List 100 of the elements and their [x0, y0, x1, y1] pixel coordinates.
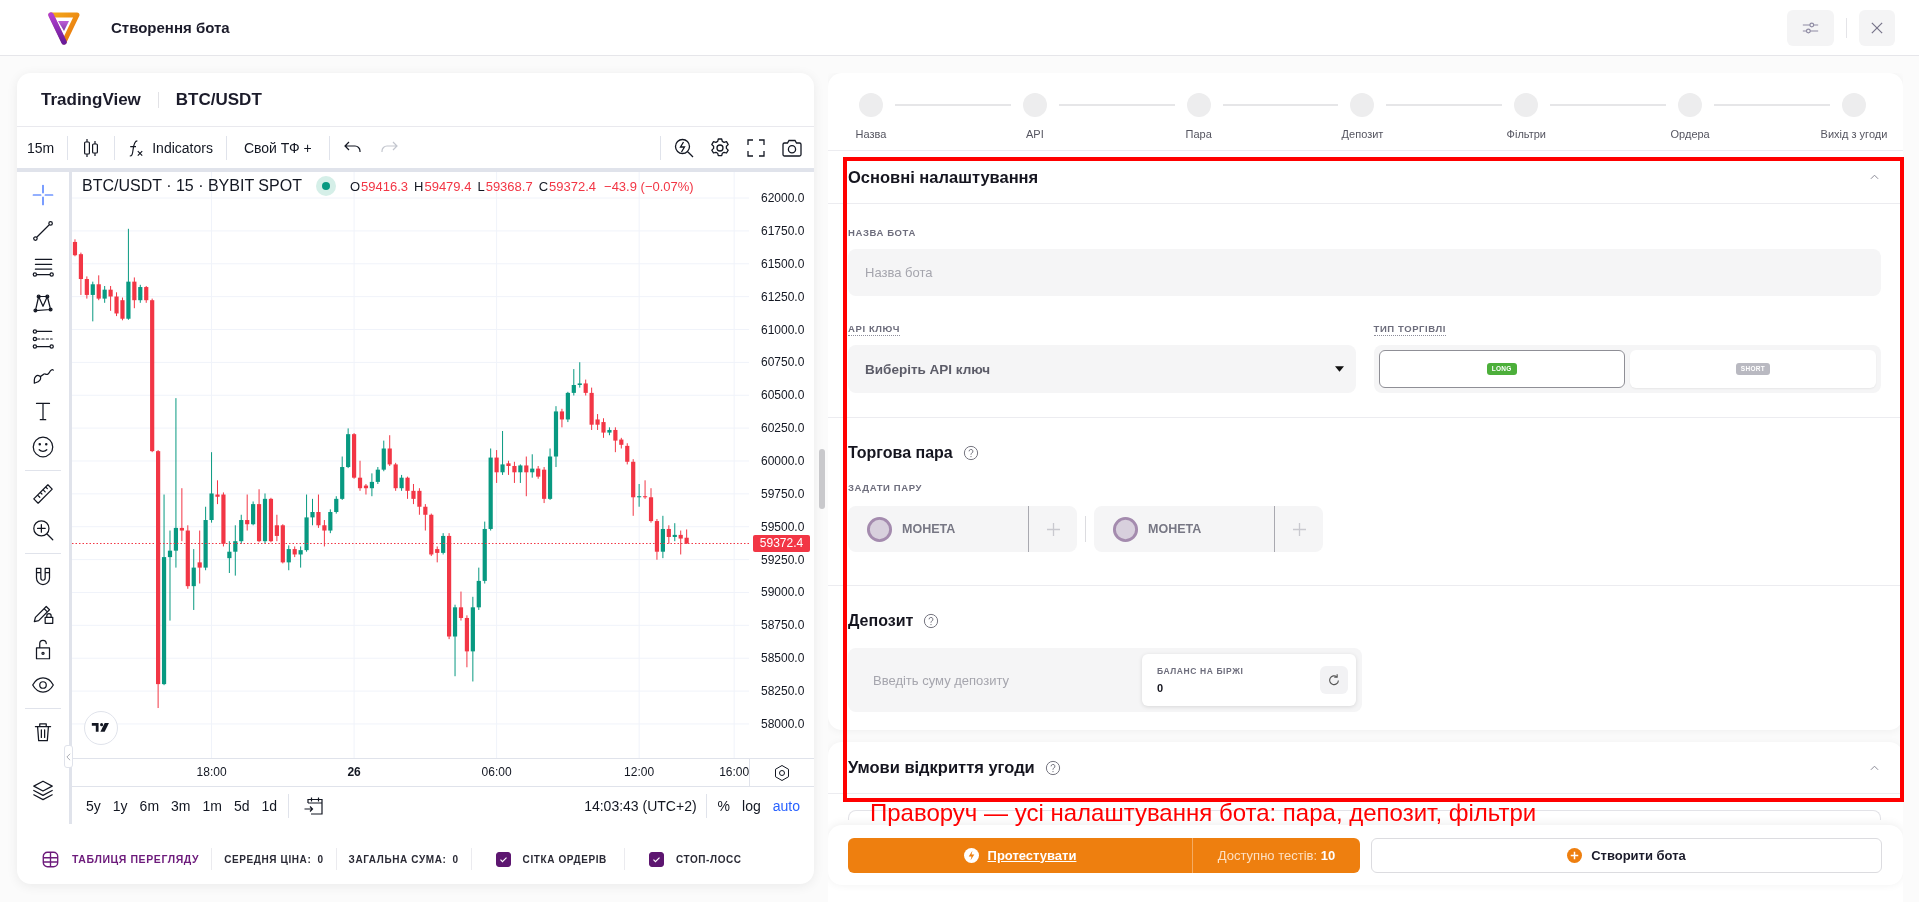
checkbox[interactable] — [495, 851, 511, 867]
bot-name-input[interactable]: Назва бота — [848, 249, 1881, 296]
scrollbar-thumb[interactable] — [819, 449, 825, 509]
price-axis-label: 59750.0 — [761, 486, 805, 501]
balance-value: 0 — [1157, 682, 1165, 694]
range-button[interactable]: 3m — [165, 791, 197, 820]
close-icon — [1871, 21, 1883, 34]
help-icon[interactable] — [923, 613, 940, 629]
refresh-button[interactable] — [1320, 666, 1348, 694]
tradingview-logo-icon[interactable] — [84, 711, 118, 745]
interval-button[interactable]: 15m — [19, 131, 63, 164]
crosshair-icon[interactable] — [30, 182, 56, 208]
stat-label: ЗАГАЛЬНА СУМА: — [348, 853, 447, 865]
range-button[interactable]: 5y — [80, 791, 107, 820]
price-axis-label: 61250.0 — [761, 289, 805, 304]
chart-symbol-title: BTC/USDT — [175, 89, 262, 110]
scale-mode-button[interactable]: auto — [766, 791, 806, 820]
chart-legend-title: BTC/USDT · 15 · BYBIT SPOT — [82, 177, 302, 195]
step-label[interactable]: Назва — [855, 127, 887, 141]
table-icon — [42, 850, 59, 868]
coin-placeholder-icon — [866, 515, 893, 543]
page-title: Створення бота — [111, 19, 230, 36]
price-axis-label: 61750.0 — [761, 223, 805, 238]
logo-icon — [47, 9, 81, 46]
price-axis-label: 60750.0 — [761, 355, 805, 370]
stat-label: СЕРЕДНЯ ЦІНА: — [224, 853, 312, 865]
step-label[interactable]: Пара — [1185, 127, 1212, 141]
checkbox[interactable] — [648, 851, 664, 867]
ohlc-value: H59479.4 — [414, 178, 472, 194]
price-axis-label: 59250.0 — [761, 552, 805, 567]
clock-text: 14:03:43 (UTC+2) — [584, 797, 697, 814]
balance-label: БАЛАНС НА БІРЖІ — [1157, 666, 1244, 676]
scale-mode-button[interactable]: log — [736, 791, 767, 820]
tests-remaining: Доступно тестів: 10 — [1192, 837, 1360, 873]
step-label[interactable]: Фільтри — [1506, 127, 1546, 141]
field-label: API КЛЮЧ — [848, 322, 901, 336]
help-icon[interactable] — [962, 445, 979, 461]
time-axis-label: 12:00 — [624, 764, 655, 781]
time-axis-label: 26 — [347, 764, 361, 781]
coin-select[interactable]: МОНЕТА — [848, 506, 1028, 552]
ruler-icon[interactable] — [30, 481, 56, 507]
range-button[interactable]: 5d — [227, 791, 256, 820]
create-bot-button[interactable]: Створити бота — [1371, 837, 1882, 873]
hexagon-settings-icon[interactable] — [772, 762, 792, 783]
step-label[interactable]: Вихід з угоди — [1820, 127, 1888, 141]
price-axis-label: 61000.0 — [761, 322, 805, 337]
price-axis-label: 59000.0 — [761, 585, 805, 600]
field-label: НАЗВА БОТА — [848, 226, 917, 240]
sliders-icon — [1802, 20, 1819, 35]
smiley-icon[interactable] — [30, 434, 56, 460]
checkbox-label: СІТКА ОРДЕРІВ — [522, 853, 607, 865]
range-button[interactable]: 6m — [133, 791, 166, 820]
stat-value: 0 — [452, 853, 459, 865]
dotted-lines-icon[interactable] — [30, 326, 56, 352]
coin-select[interactable]: МОНЕТА — [1094, 506, 1274, 552]
ohlc-value: C59372.4 — [538, 178, 597, 194]
range-button[interactable]: 1m — [196, 791, 228, 820]
step-label[interactable]: API — [1025, 127, 1044, 141]
custom-timeframe-button[interactable]: Свой ТФ + — [231, 131, 324, 164]
step-label[interactable]: Ордера — [1670, 127, 1710, 141]
price-axis-label: 60000.0 — [761, 454, 805, 468]
range-button[interactable]: 1y — [106, 791, 134, 820]
checkbox-label: СТОП-ЛОСС — [675, 853, 742, 865]
annotation-text: Праворуч — усі налаштування бота: пара, депозит, фільтри — [870, 800, 1537, 826]
caret-down-icon — [1334, 366, 1344, 372]
ohlc-value: L59368.7 — [477, 178, 533, 194]
time-axis-label: 16:00 — [719, 764, 750, 781]
step-label[interactable]: Депозит — [1341, 127, 1384, 141]
plus-circle-icon — [1567, 847, 1583, 863]
api-key-select[interactable]: Виберіть API ключ — [848, 345, 1356, 393]
price-axis-label: 61500.0 — [761, 256, 805, 271]
time-axis-label: 06:00 — [481, 764, 512, 781]
lightning-icon — [963, 847, 979, 863]
price-axis-label: 58750.0 — [761, 618, 805, 633]
price-axis-label: 59500.0 — [761, 519, 805, 534]
section-title: Депозит — [848, 612, 914, 630]
price-axis-label: 58250.0 — [761, 684, 805, 699]
price-axis-label: 62000.0 — [761, 191, 805, 206]
section-title: Торгова пара — [848, 444, 953, 462]
trend-line-icon[interactable] — [30, 218, 56, 244]
price-axis-label: 60250.0 — [761, 421, 805, 436]
view-table-button[interactable]: ТАБЛИЦЯ ПЕРЕГЛЯДУ — [42, 850, 200, 868]
refresh-icon — [1327, 673, 1341, 687]
price-axis-label: 58500.0 — [761, 651, 805, 666]
price-axis-label: 58000.0 — [761, 716, 805, 731]
field-label: ТИП ТОРГІВЛІ — [1373, 322, 1447, 336]
stat-value: 0 — [317, 853, 324, 865]
coin-placeholder-icon — [1112, 515, 1139, 543]
scale-mode-button[interactable]: % — [711, 791, 737, 820]
price-axis-label: 60500.0 — [761, 388, 805, 403]
deposit-input[interactable]: Введіть суму депозиту — [848, 648, 1136, 712]
field-label: ЗАДАТИ ПАРУ — [848, 481, 923, 495]
zoom-in-icon[interactable] — [30, 517, 56, 543]
price-change: −43.9 (−0.07%) — [604, 178, 694, 194]
time-axis-label: 18:00 — [196, 764, 227, 781]
indicators-button[interactable]: Indicators — [120, 131, 221, 164]
plus-icon — [1046, 522, 1060, 536]
range-button[interactable]: 1d — [255, 791, 284, 820]
ohlc-value: O59416.3 — [349, 178, 409, 194]
help-icon[interactable] — [1044, 759, 1061, 776]
